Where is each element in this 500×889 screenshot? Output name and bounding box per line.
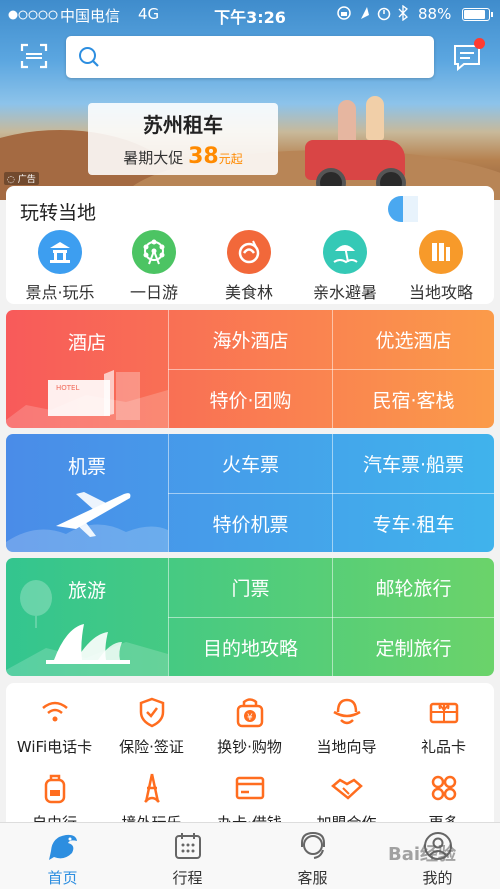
car-rental-button[interactable]: 专车·租车 bbox=[333, 494, 494, 552]
promo-prefix: 暑期大促 bbox=[123, 149, 184, 167]
local-item-water[interactable]: 亲水避暑 bbox=[297, 230, 393, 303]
handshake-icon bbox=[298, 771, 395, 805]
local-item-food[interactable]: 美食林 bbox=[201, 230, 297, 303]
svg-text:¥: ¥ bbox=[247, 713, 253, 723]
currency-shopping-button[interactable]: ¥ 换钞·购物 bbox=[201, 695, 298, 757]
search-input[interactable] bbox=[110, 44, 420, 70]
tab-label: 首页 bbox=[47, 869, 78, 887]
scan-icon bbox=[20, 43, 48, 69]
local-play-section: 玩转当地 景点·玩乐 一日游 美食林 亲水避暑 当地攻略 bbox=[6, 186, 494, 304]
status-bar: 中国电信 4G 下午3:26 88% bbox=[0, 0, 500, 28]
ferris-wheel-icon bbox=[132, 230, 176, 274]
search-icon bbox=[78, 46, 100, 72]
promo-banner[interactable]: 苏州租车 暑期大促 38元起 ◌ 广告 bbox=[0, 0, 500, 200]
ad-label: ◌ 广告 bbox=[4, 172, 39, 185]
tool-label: 换钞·购物 bbox=[217, 738, 282, 756]
local-item-label: 亲水避暑 bbox=[312, 283, 377, 302]
airplane-icon bbox=[6, 492, 168, 552]
pavilion-icon bbox=[38, 230, 82, 274]
flight-block: 机票 火车票 汽车票·船票 特价机票 专车·租车 bbox=[6, 434, 494, 552]
tab-label: 我的 bbox=[422, 869, 453, 887]
homestay-button[interactable]: 民宿·客栈 bbox=[333, 370, 494, 428]
local-play-toggle[interactable] bbox=[388, 196, 418, 222]
tool-label: 礼品卡 bbox=[420, 738, 466, 756]
guide-book-icon bbox=[419, 230, 463, 274]
more-icon bbox=[395, 771, 492, 805]
local-item-guide[interactable]: 当地攻略 bbox=[393, 230, 489, 303]
eiffel-tower-icon bbox=[103, 771, 200, 805]
hotel-button[interactable]: 酒店 HOTEL bbox=[6, 310, 168, 428]
hotel-block: 酒店 HOTEL 海外酒店 优选酒店 特价·团购 民宿·客栈 bbox=[6, 310, 494, 428]
search-bar[interactable] bbox=[66, 36, 434, 78]
banner-person bbox=[338, 100, 356, 144]
train-ticket-button[interactable]: 火车票 bbox=[169, 434, 332, 493]
wifi-icon bbox=[6, 695, 103, 729]
local-item-attractions[interactable]: 景点·玩乐 bbox=[12, 230, 108, 303]
flight-button[interactable]: 机票 bbox=[6, 434, 168, 552]
promo-card[interactable]: 苏州租车 暑期大促 38元起 bbox=[88, 103, 278, 175]
gift-card-button[interactable]: 礼品卡 bbox=[395, 695, 492, 757]
hotel-deals-button[interactable]: 特价·团购 bbox=[169, 370, 332, 428]
services-section: WiFi电话卡 保险·签证 ¥ 换钞·购物 当地向导 礼品卡 自由行 境外玩 bbox=[6, 683, 494, 833]
gift-card-icon bbox=[395, 695, 492, 729]
tab-home[interactable]: 首页 bbox=[0, 829, 125, 888]
calendar-icon bbox=[125, 829, 250, 863]
headset-icon bbox=[250, 829, 375, 863]
food-icon bbox=[227, 230, 271, 274]
local-item-day-tour[interactable]: 一日游 bbox=[106, 230, 202, 303]
cruise-button[interactable]: 邮轮旅行 bbox=[333, 558, 494, 617]
tool-label: WiFi电话卡 bbox=[16, 738, 93, 756]
battery-icon bbox=[462, 8, 493, 21]
discount-flight-button[interactable]: 特价机票 bbox=[169, 494, 332, 552]
home-dolphin-icon bbox=[0, 829, 125, 863]
beach-umbrella-icon bbox=[323, 230, 367, 274]
preferred-hotel-button[interactable]: 优选酒店 bbox=[333, 310, 494, 369]
local-item-label: 美食林 bbox=[224, 283, 273, 302]
guide-hat-icon bbox=[298, 695, 395, 729]
tab-label: 客服 bbox=[297, 869, 328, 887]
insurance-visa-button[interactable]: 保险·签证 bbox=[103, 695, 200, 757]
tab-service[interactable]: 客服 bbox=[250, 829, 375, 888]
local-guide-button[interactable]: 当地向导 bbox=[298, 695, 395, 757]
custom-travel-button[interactable]: 定制旅行 bbox=[333, 618, 494, 676]
overseas-hotel-button[interactable]: 海外酒店 bbox=[169, 310, 332, 369]
banner-person bbox=[366, 96, 384, 140]
local-item-label: 景点·玩乐 bbox=[25, 283, 95, 302]
notification-badge bbox=[474, 38, 485, 49]
local-item-label: 当地攻略 bbox=[408, 283, 473, 302]
tickets-button[interactable]: 门票 bbox=[169, 558, 332, 617]
backpack-icon bbox=[6, 771, 103, 805]
local-play-title: 玩转当地 bbox=[20, 202, 97, 224]
battery-level bbox=[464, 10, 486, 19]
tab-label: 行程 bbox=[172, 869, 203, 887]
local-item-label: 一日游 bbox=[129, 283, 178, 302]
ad-label-text: 广告 bbox=[17, 175, 36, 185]
currency-bag-icon: ¥ bbox=[201, 695, 298, 729]
travel-block: 旅游 门票 邮轮旅行 目的地攻略 定制旅行 bbox=[6, 558, 494, 676]
hotel-building-icon: HOTEL bbox=[6, 370, 168, 428]
system-icons bbox=[337, 4, 413, 25]
tool-label: 保险·签证 bbox=[119, 738, 184, 756]
scan-button[interactable] bbox=[18, 40, 50, 72]
promo-title: 苏州租车 bbox=[143, 113, 223, 137]
credit-card-icon bbox=[201, 771, 298, 805]
destination-guide-button[interactable]: 目的地攻略 bbox=[169, 618, 332, 676]
tab-trips[interactable]: 行程 bbox=[125, 829, 250, 888]
promo-price: 38 bbox=[188, 144, 219, 169]
opera-house-icon bbox=[6, 580, 168, 676]
tool-label: 当地向导 bbox=[316, 738, 377, 756]
watermark: Bai经验 bbox=[388, 844, 457, 865]
promo-unit: 元起 bbox=[218, 152, 243, 166]
battery-percentage: 88% bbox=[418, 5, 452, 23]
shield-icon bbox=[103, 695, 200, 729]
promo-subtitle: 暑期大促 38元起 bbox=[88, 144, 278, 169]
travel-button[interactable]: 旅游 bbox=[6, 558, 168, 676]
bus-ferry-ticket-button[interactable]: 汽车票·船票 bbox=[333, 434, 494, 493]
wifi-sim-button[interactable]: WiFi电话卡 bbox=[6, 695, 103, 757]
svg-text:HOTEL: HOTEL bbox=[56, 384, 79, 392]
